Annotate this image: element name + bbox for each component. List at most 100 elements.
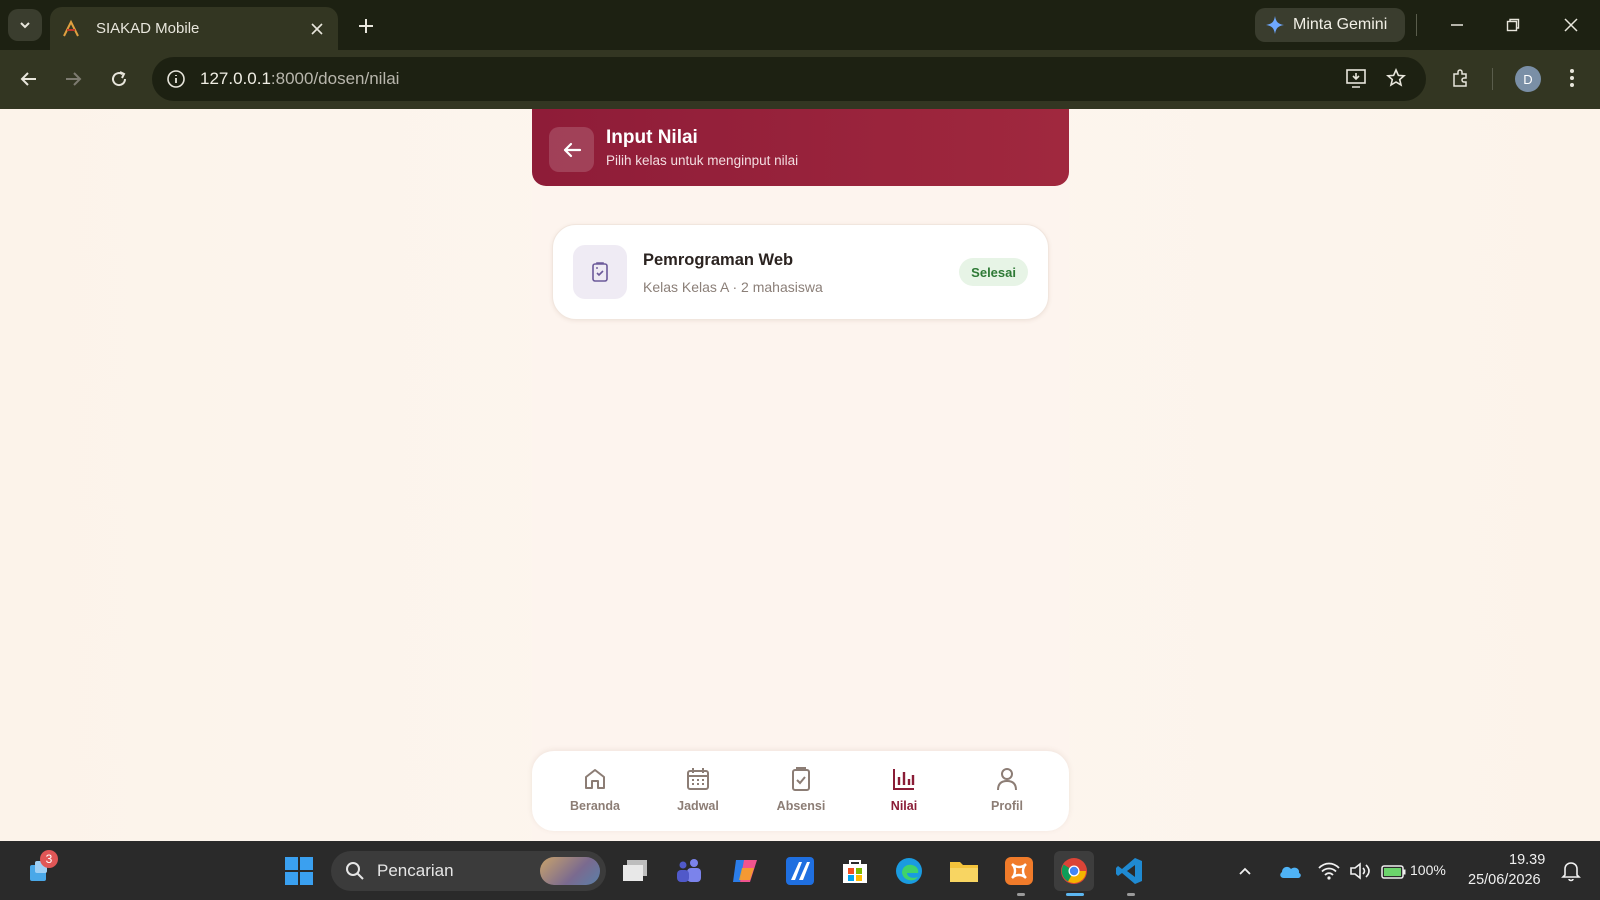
notification-center-button[interactable]	[1557, 851, 1585, 891]
extensions-button[interactable]	[1446, 64, 1474, 92]
teams-icon	[677, 859, 701, 882]
notification-badge: 3	[40, 850, 58, 868]
taskbar-task-view[interactable]	[616, 851, 656, 891]
gemini-sparkle-icon	[1266, 16, 1284, 34]
taskbar-teams[interactable]	[670, 851, 710, 891]
chrome-icon	[1061, 858, 1087, 884]
chevron-down-icon	[20, 22, 30, 29]
page-subtitle: Pilih kelas untuk menginput nilai	[606, 153, 799, 168]
chevron-up-icon	[1239, 867, 1251, 875]
gemini-label: Minta Gemini	[1293, 16, 1388, 33]
cloud-icon	[1280, 866, 1301, 878]
reload-button[interactable]	[104, 64, 134, 94]
search-placeholder: Pencarian	[377, 861, 454, 880]
show-hidden-icons-button[interactable]	[1231, 851, 1259, 891]
user-icon	[993, 765, 1021, 793]
install-app-button[interactable]	[1342, 64, 1370, 92]
browser-toolbar: 127.0.0.1:8000/dosen/nilai D	[0, 50, 1600, 109]
tab-title: SIAKAD Mobile	[96, 20, 200, 37]
nav-item-jadwal[interactable]: Jadwal	[653, 765, 743, 821]
address-bar[interactable]: 127.0.0.1:8000/dosen/nilai	[152, 57, 1426, 101]
wifi-button[interactable]	[1315, 851, 1343, 891]
onedrive-button[interactable]	[1275, 851, 1305, 891]
taskbar-app-blue[interactable]	[780, 851, 820, 891]
taskbar-chrome[interactable]	[1054, 851, 1094, 891]
class-name: Pemrograman Web	[643, 251, 794, 269]
page-viewport: Input Nilai Pilih kelas untuk menginput …	[0, 109, 1600, 841]
taskbar-edge[interactable]	[889, 851, 929, 891]
store-icon	[843, 860, 867, 883]
nav-label: Nilai	[890, 799, 918, 813]
install-icon	[1346, 69, 1366, 88]
running-indicator	[1127, 893, 1135, 896]
nav-label: Absensi	[776, 799, 826, 813]
edge-icon	[896, 858, 922, 884]
minimize-icon	[1451, 24, 1463, 26]
arrow-right-icon	[66, 72, 82, 86]
gemini-button[interactable]: Minta Gemini	[1255, 8, 1405, 42]
arrow-left-icon	[20, 72, 36, 86]
nav-item-beranda[interactable]: Beranda	[550, 765, 640, 821]
puzzle-icon	[1453, 69, 1467, 87]
browser-menu-button[interactable]	[1558, 64, 1586, 92]
minimize-button[interactable]	[1443, 12, 1471, 38]
bar-chart-icon	[890, 765, 918, 793]
xampp-icon	[1005, 857, 1033, 885]
status-badge: Selesai	[959, 258, 1028, 286]
class-card[interactable]: Pemrograman Web Kelas Kelas A · 2 mahasi…	[552, 224, 1049, 320]
tab-search-button[interactable]	[8, 9, 42, 41]
taskbar-file-explorer[interactable]	[944, 851, 984, 891]
browser-tab-active[interactable]: SIAKAD Mobile	[50, 7, 338, 50]
clipboard-check-icon	[573, 245, 627, 299]
taskbar-store[interactable]	[835, 851, 875, 891]
taskbar-copilot[interactable]	[725, 851, 765, 891]
calendar-icon	[684, 765, 712, 793]
taskbar-search[interactable]: Pencarian	[331, 851, 606, 891]
star-icon	[1386, 68, 1406, 87]
battery-button[interactable]	[1378, 851, 1410, 891]
bottom-navigation: Beranda Jadwal Absensi Nilai Profil	[532, 751, 1069, 831]
new-tab-button[interactable]	[352, 12, 380, 40]
taskbar-xampp[interactable]	[999, 851, 1039, 891]
close-window-button[interactable]	[1557, 12, 1585, 38]
forward-button[interactable]	[58, 64, 88, 94]
search-highlight-image	[540, 857, 600, 885]
windows-logo-icon	[285, 857, 313, 885]
restore-button[interactable]	[1499, 12, 1527, 38]
copilot-icon	[733, 860, 757, 882]
arrow-left-icon	[563, 142, 581, 157]
header-back-button[interactable]	[549, 127, 594, 172]
vscode-icon	[1116, 858, 1142, 884]
nav-item-absensi[interactable]: Absensi	[756, 765, 846, 821]
tab-close-button[interactable]	[306, 18, 328, 40]
battery-percentage: 100%	[1410, 862, 1446, 878]
battery-icon	[1381, 865, 1406, 879]
back-button[interactable]	[14, 64, 44, 94]
mobile-app-frame: Input Nilai Pilih kelas untuk menginput …	[532, 109, 1069, 841]
toolbar-separator	[1416, 14, 1417, 36]
page-header: Input Nilai Pilih kelas untuk menginput …	[532, 109, 1069, 186]
nav-item-nilai[interactable]: Nilai	[859, 765, 949, 821]
browser-tab-bar: SIAKAD Mobile Minta Gemini	[0, 0, 1600, 50]
taskbar-vscode[interactable]	[1109, 851, 1149, 891]
plus-icon	[359, 19, 373, 33]
site-info-icon[interactable]	[164, 67, 188, 91]
url-host: 127.0.0.1	[200, 69, 271, 88]
nav-label: Beranda	[569, 799, 621, 813]
clock-time[interactable]: 19.39	[1509, 852, 1545, 868]
wifi-icon	[1318, 862, 1340, 880]
clipboard-check-icon	[787, 765, 815, 793]
volume-button[interactable]	[1346, 851, 1374, 891]
folder-icon	[950, 862, 978, 882]
clock-date[interactable]: 25/06/2026	[1468, 872, 1541, 888]
speaker-icon	[1350, 862, 1370, 880]
running-indicator-active	[1066, 893, 1084, 896]
bookmark-button[interactable]	[1382, 64, 1410, 92]
nav-label: Profil	[991, 799, 1023, 813]
start-button[interactable]	[279, 851, 319, 891]
nav-item-profil[interactable]: Profil	[962, 765, 1052, 821]
profile-avatar[interactable]: D	[1515, 66, 1541, 92]
app-blue-icon	[786, 857, 814, 885]
bell-icon	[1561, 862, 1581, 882]
kebab-menu-icon	[1570, 69, 1574, 87]
